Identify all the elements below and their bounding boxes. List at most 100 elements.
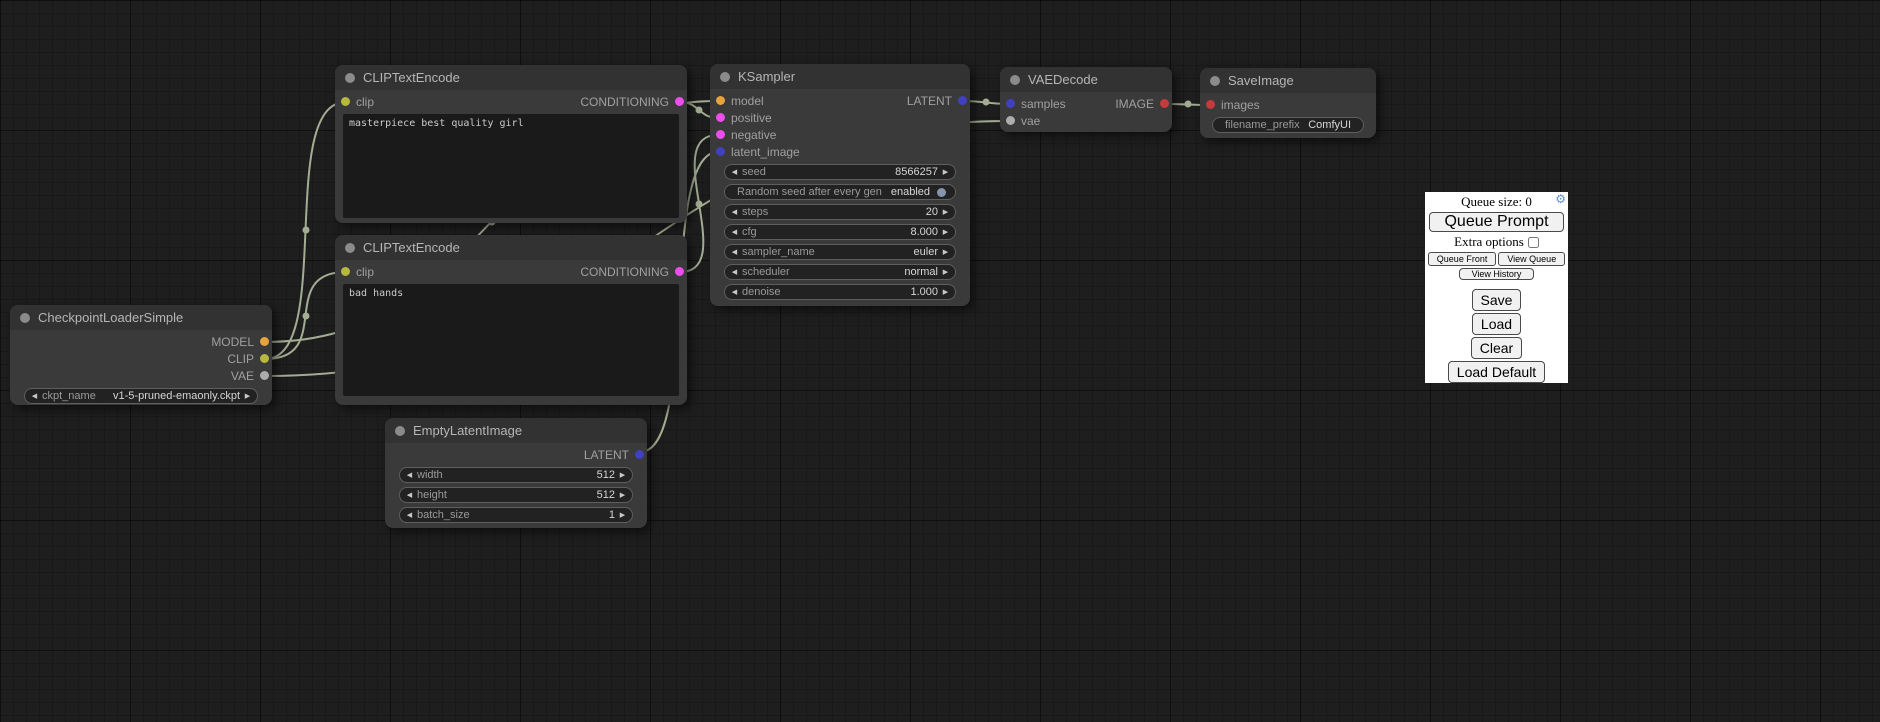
decrement-arrow-icon[interactable]: ◀ xyxy=(405,512,414,519)
widget-label: steps xyxy=(742,206,768,218)
decrement-arrow-icon[interactable]: ◀ xyxy=(30,393,39,400)
widget-denoise[interactable]: ◀ denoise 1.000 ▶ xyxy=(724,284,956,300)
decrement-arrow-icon[interactable]: ◀ xyxy=(730,249,739,256)
output-slot-vae[interactable] xyxy=(260,371,269,380)
output-label-conditioning: CONDITIONING xyxy=(580,265,669,279)
widget-value: euler xyxy=(914,246,938,258)
increment-arrow-icon[interactable]: ▶ xyxy=(941,209,950,216)
link-midpoint-dot xyxy=(696,107,703,114)
node-title-bar[interactable]: SaveImage xyxy=(1200,68,1376,93)
decrement-arrow-icon[interactable]: ◀ xyxy=(730,289,739,296)
increment-arrow-icon[interactable]: ▶ xyxy=(941,229,950,236)
decrement-arrow-icon[interactable]: ◀ xyxy=(730,169,739,176)
link-midpoint-dot xyxy=(303,227,310,234)
collapse-dot[interactable] xyxy=(395,426,405,436)
widget-sampler-name[interactable]: ◀ sampler_name euler ▶ xyxy=(724,244,956,260)
node-title-bar[interactable]: CLIPTextEncode xyxy=(335,235,687,260)
increment-arrow-icon[interactable]: ▶ xyxy=(243,393,252,400)
decrement-arrow-icon[interactable]: ◀ xyxy=(730,269,739,276)
output-slot-latent[interactable] xyxy=(958,96,967,105)
node-title-bar[interactable]: CLIPTextEncode xyxy=(335,65,687,90)
increment-arrow-icon[interactable]: ▶ xyxy=(941,169,950,176)
settings-gear-icon[interactable]: ⚙ xyxy=(1555,193,1566,205)
input-label-clip: clip xyxy=(356,95,374,109)
input-slot-vae[interactable] xyxy=(1006,116,1015,125)
increment-arrow-icon[interactable]: ▶ xyxy=(618,472,627,479)
decrement-arrow-icon[interactable]: ◀ xyxy=(405,472,414,479)
node-vae-decode[interactable]: VAEDecode samples IMAGE vae xyxy=(1000,67,1172,132)
node-title-bar[interactable]: EmptyLatentImage xyxy=(385,418,647,443)
node-title-bar[interactable]: VAEDecode xyxy=(1000,67,1172,92)
load-default-button[interactable]: Load Default xyxy=(1448,361,1545,383)
clear-button[interactable]: Clear xyxy=(1471,337,1522,359)
input-slot-images[interactable] xyxy=(1206,100,1215,109)
load-button[interactable]: Load xyxy=(1472,313,1521,335)
widget-filename-prefix[interactable]: filename_prefix ComfyUI xyxy=(1212,117,1364,133)
widget-cfg[interactable]: ◀ cfg 8.000 ▶ xyxy=(724,224,956,240)
node-title-bar[interactable]: KSampler xyxy=(710,64,970,89)
collapse-dot[interactable] xyxy=(345,73,355,83)
queue-prompt-button[interactable]: Queue Prompt xyxy=(1429,212,1564,232)
widget-ckpt-name[interactable]: ◀ ckpt_name v1-5-pruned-emaonly.ckpt ▶ xyxy=(24,388,258,404)
collapse-dot[interactable] xyxy=(1010,75,1020,85)
collapse-dot[interactable] xyxy=(1210,76,1220,86)
toggle-on-led[interactable] xyxy=(937,188,946,197)
widget-scheduler[interactable]: ◀ scheduler normal ▶ xyxy=(724,264,956,280)
link-midpoint-dot xyxy=(983,99,990,106)
prompt-textarea[interactable]: bad hands xyxy=(343,284,679,396)
prompt-textarea[interactable]: masterpiece best quality girl xyxy=(343,114,679,218)
collapse-dot[interactable] xyxy=(345,243,355,253)
decrement-arrow-icon[interactable]: ◀ xyxy=(405,492,414,499)
save-button[interactable]: Save xyxy=(1472,289,1522,311)
increment-arrow-icon[interactable]: ▶ xyxy=(941,269,950,276)
widget-value: normal xyxy=(904,266,938,278)
input-label-latent-image: latent_image xyxy=(731,145,800,159)
widget-width[interactable]: ◀ width 512 ▶ xyxy=(399,467,633,483)
increment-arrow-icon[interactable]: ▶ xyxy=(618,492,627,499)
increment-arrow-icon[interactable]: ▶ xyxy=(941,289,950,296)
input-slot-positive[interactable] xyxy=(716,113,725,122)
node-checkpoint-loader-simple[interactable]: CheckpointLoaderSimple MODEL CLIP VAE ◀ … xyxy=(10,305,272,405)
increment-arrow-icon[interactable]: ▶ xyxy=(618,512,627,519)
input-label-samples: samples xyxy=(1021,97,1066,111)
widget-steps[interactable]: ◀ steps 20 ▶ xyxy=(724,204,956,220)
node-clip-text-encode-negative[interactable]: CLIPTextEncode clip CONDITIONING bad han… xyxy=(335,235,687,405)
output-slot-latent[interactable] xyxy=(635,450,644,459)
collapse-dot[interactable] xyxy=(20,313,30,323)
node-title: CLIPTextEncode xyxy=(363,70,460,85)
queue-front-button[interactable]: Queue Front xyxy=(1428,252,1497,266)
view-history-button[interactable]: View History xyxy=(1459,268,1535,280)
widget-batch-size[interactable]: ◀ batch_size 1 ▶ xyxy=(399,507,633,523)
node-clip-text-encode-positive[interactable]: CLIPTextEncode clip CONDITIONING masterp… xyxy=(335,65,687,223)
node-title-bar[interactable]: CheckpointLoaderSimple xyxy=(10,305,272,330)
increment-arrow-icon[interactable]: ▶ xyxy=(941,249,950,256)
input-slot-model[interactable] xyxy=(716,96,725,105)
node-title: VAEDecode xyxy=(1028,72,1098,87)
widget-value: 1 xyxy=(609,509,615,521)
widget-label: width xyxy=(417,469,443,481)
output-slot-conditioning[interactable] xyxy=(675,267,684,276)
decrement-arrow-icon[interactable]: ◀ xyxy=(730,229,739,236)
input-slot-negative[interactable] xyxy=(716,130,725,139)
decrement-arrow-icon[interactable]: ◀ xyxy=(730,209,739,216)
output-slot-image[interactable] xyxy=(1160,99,1169,108)
input-slot-latent-image[interactable] xyxy=(716,147,725,156)
input-slot-clip[interactable] xyxy=(341,267,350,276)
output-label-latent: LATENT xyxy=(907,94,952,108)
output-slot-conditioning[interactable] xyxy=(675,97,684,106)
output-slot-model[interactable] xyxy=(260,337,269,346)
collapse-dot[interactable] xyxy=(720,72,730,82)
widget-random-seed-toggle[interactable]: Random seed after every gen enabled xyxy=(724,184,956,200)
input-slot-clip[interactable] xyxy=(341,97,350,106)
widget-height[interactable]: ◀ height 512 ▶ xyxy=(399,487,633,503)
output-slot-clip[interactable] xyxy=(260,354,269,363)
extra-options-checkbox[interactable] xyxy=(1528,237,1539,248)
widget-seed[interactable]: ◀ seed 8566257 ▶ xyxy=(724,164,956,180)
node-save-image[interactable]: SaveImage images filename_prefix ComfyUI xyxy=(1200,68,1376,138)
input-slot-samples[interactable] xyxy=(1006,99,1015,108)
graph-canvas[interactable]: { "colors": { "link": "#A3AD93", "slot":… xyxy=(0,0,1880,722)
input-label-clip: clip xyxy=(356,265,374,279)
node-empty-latent-image[interactable]: EmptyLatentImage LATENT ◀ width 512 ▶ ◀ … xyxy=(385,418,647,528)
view-queue-button[interactable]: View Queue xyxy=(1498,252,1565,266)
node-ksampler[interactable]: KSampler model LATENT positive negative xyxy=(710,64,970,306)
